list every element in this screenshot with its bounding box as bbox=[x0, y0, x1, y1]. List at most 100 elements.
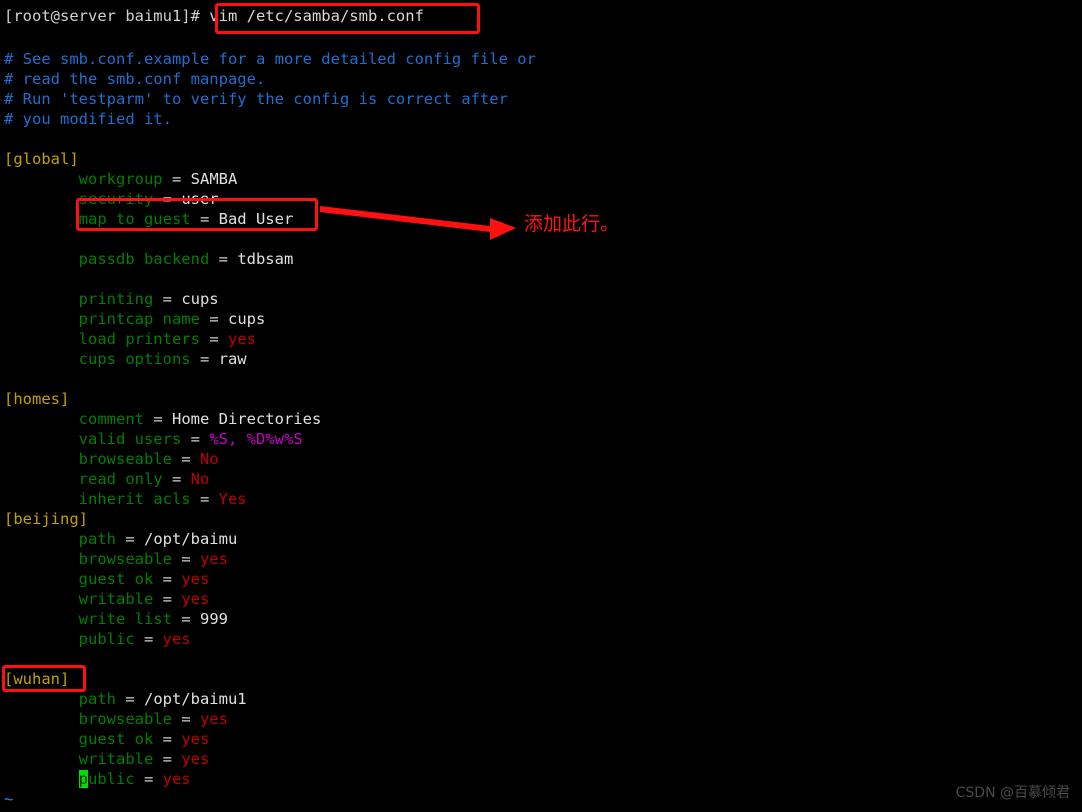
config-equals: = bbox=[153, 590, 182, 608]
config-key: printcap name bbox=[78, 310, 200, 328]
config-value: No bbox=[190, 470, 210, 488]
vim-comment-line: # you modified it. bbox=[4, 109, 172, 129]
config-value: yes bbox=[162, 770, 191, 788]
config-equals: = bbox=[153, 190, 182, 208]
config-key: security bbox=[78, 190, 154, 208]
config-value: cups bbox=[227, 310, 266, 328]
config-equals: = bbox=[162, 470, 191, 488]
config-equals: = bbox=[190, 350, 219, 368]
vim-section-header: [homes] bbox=[4, 389, 69, 409]
config-value: yes bbox=[181, 570, 210, 588]
config-value: yes bbox=[181, 750, 210, 768]
vim-config-line: write list = 999 bbox=[4, 609, 228, 629]
config-key: cups options bbox=[78, 350, 191, 368]
section-label: [homes] bbox=[4, 390, 70, 408]
section-label: [beijing] bbox=[4, 510, 88, 528]
vim-comment-line: # See smb.conf.example for a more detail… bbox=[4, 49, 536, 69]
config-key: writable bbox=[78, 590, 154, 608]
comment-text: # Run 'testparm' to verify the config is… bbox=[4, 90, 508, 108]
vim-config-line: writable = yes bbox=[4, 589, 210, 609]
vim-config-line: comment = Home Directories bbox=[4, 409, 322, 429]
config-equals: = bbox=[171, 550, 200, 568]
config-value: Bad User bbox=[218, 210, 294, 228]
config-value: cups bbox=[181, 290, 219, 308]
vim-config-line: guest ok = yes bbox=[4, 729, 210, 749]
shell-command[interactable]: vim /etc/samba/smb.conf bbox=[200, 7, 424, 25]
config-equals: = bbox=[171, 450, 200, 468]
config-equals: = bbox=[153, 570, 182, 588]
shell-prompt-line: [root@server baimu1]# vim /etc/samba/smb… bbox=[4, 6, 424, 26]
config-equals: = bbox=[181, 430, 210, 448]
vim-section-header: [wuhan] bbox=[4, 669, 69, 689]
config-value: tdbsam bbox=[237, 250, 294, 268]
config-value: yes bbox=[199, 710, 228, 728]
config-value: yes bbox=[227, 330, 256, 348]
vim-config-line: passdb backend = tdbsam bbox=[4, 249, 294, 269]
vim-config-line: cups options = raw bbox=[4, 349, 247, 369]
config-key: public bbox=[78, 770, 135, 788]
vim-config-line: map to guest = Bad User bbox=[4, 209, 294, 229]
config-value: raw bbox=[218, 350, 247, 368]
config-equals: = bbox=[153, 730, 182, 748]
vim-config-line: valid users = %S, %D%w%S bbox=[4, 429, 303, 449]
vim-config-line: browseable = yes bbox=[4, 709, 228, 729]
config-key: writable bbox=[78, 750, 154, 768]
config-key: read only bbox=[78, 470, 163, 488]
config-value: /opt/baimu1 bbox=[143, 690, 247, 708]
vim-section-header: [global] bbox=[4, 149, 79, 169]
config-equals: = bbox=[115, 530, 144, 548]
config-equals: = bbox=[199, 330, 228, 348]
config-value: %S, %D%w%S bbox=[209, 430, 303, 448]
config-value: user bbox=[181, 190, 219, 208]
watermark: CSDN @百慕倾君 bbox=[955, 785, 1070, 801]
annotation-note-text: 添加此行。 bbox=[524, 213, 620, 235]
vim-config-line: browseable = No bbox=[4, 449, 219, 469]
config-value: /opt/baimu bbox=[143, 530, 238, 548]
config-key: workgroup bbox=[78, 170, 163, 188]
shell-prompt: [root@server baimu1]# bbox=[4, 7, 200, 25]
config-equals: = bbox=[115, 690, 144, 708]
vim-config-line: printing = cups bbox=[4, 289, 219, 309]
config-value: No bbox=[199, 450, 219, 468]
section-label: [wuhan] bbox=[4, 670, 70, 688]
config-equals: = bbox=[190, 210, 219, 228]
vim-config-line: load printers = yes bbox=[4, 329, 256, 349]
config-value: yes bbox=[181, 730, 210, 748]
vim-comment-line: # read the smb.conf manpage. bbox=[4, 69, 265, 89]
config-equals: = bbox=[171, 610, 200, 628]
vim-config-line: browseable = yes bbox=[4, 549, 228, 569]
vim-config-line: inherit acls = Yes bbox=[4, 489, 247, 509]
config-key: path bbox=[78, 690, 116, 708]
config-key: guest ok bbox=[78, 730, 154, 748]
config-equals: = bbox=[209, 250, 238, 268]
config-key: guest ok bbox=[78, 570, 154, 588]
config-equals: = bbox=[171, 710, 200, 728]
config-key: printing bbox=[78, 290, 154, 308]
config-key: comment bbox=[78, 410, 144, 428]
vim-empty-line-tilde: ~ bbox=[4, 790, 14, 808]
config-key: browseable bbox=[78, 710, 172, 728]
vim-section-header: [beijing] bbox=[4, 509, 88, 529]
config-value: Yes bbox=[218, 490, 247, 508]
terminal-screen[interactable]: [root@server baimu1]# vim /etc/samba/smb… bbox=[0, 0, 1082, 812]
vim-config-line: path = /opt/baimu1 bbox=[4, 689, 247, 709]
config-key: browseable bbox=[78, 550, 172, 568]
config-value: yes bbox=[181, 590, 210, 608]
